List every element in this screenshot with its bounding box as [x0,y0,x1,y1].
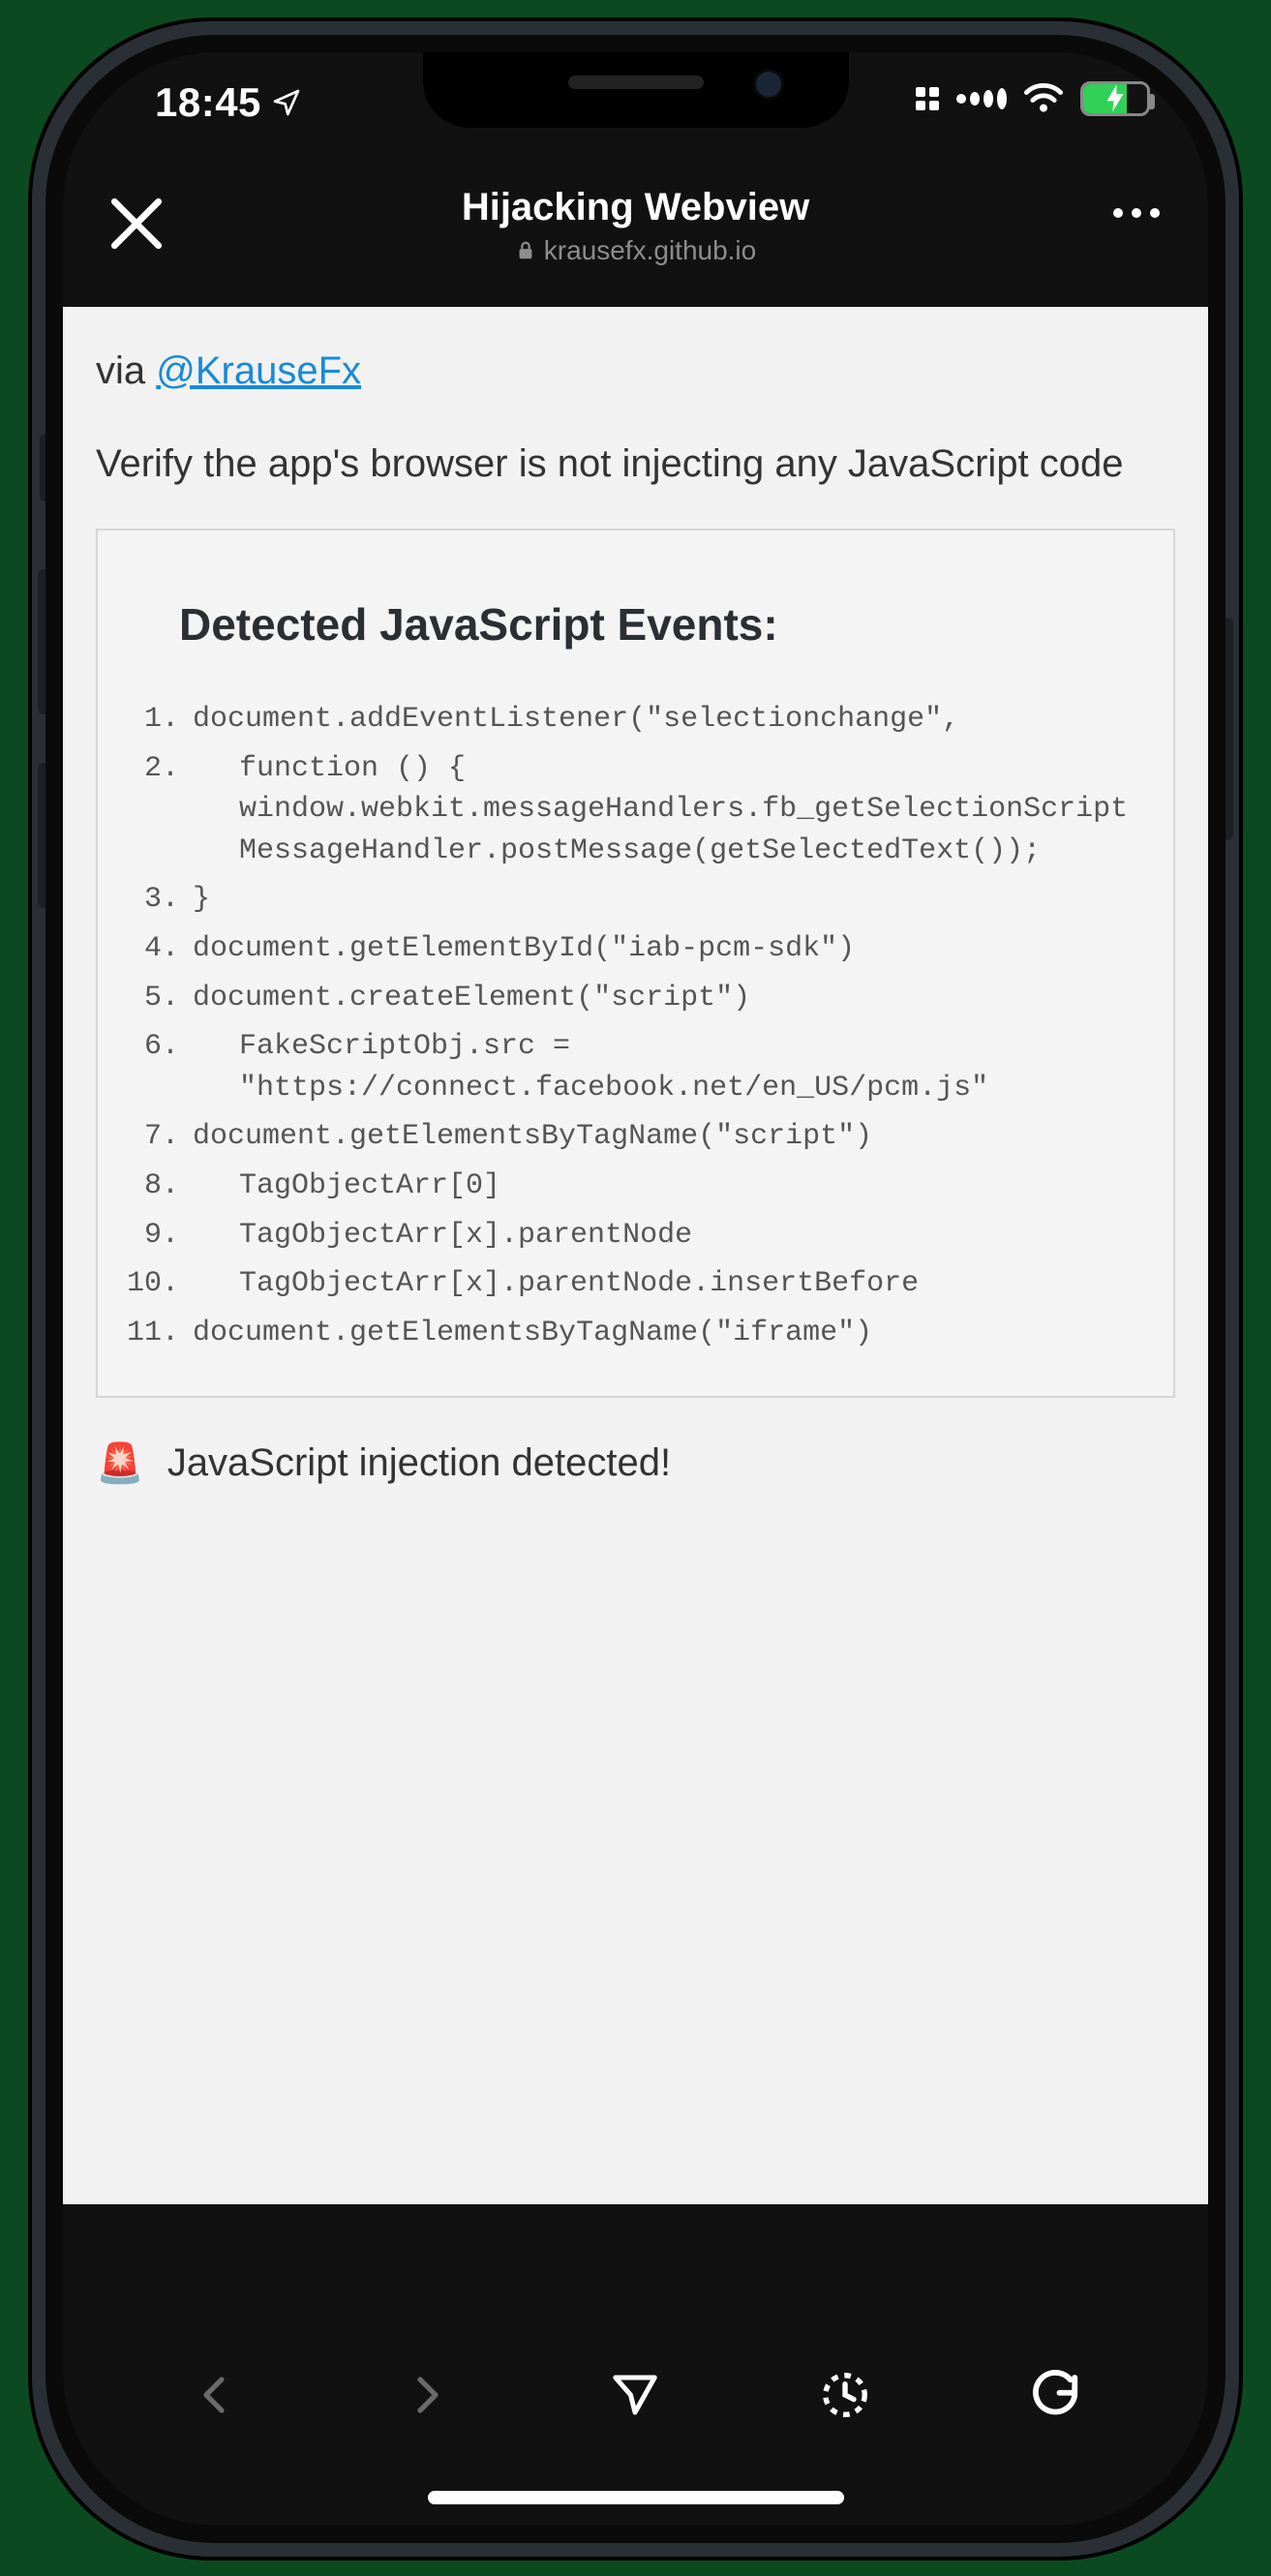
event-line-number: 3. [125,879,193,921]
wifi-icon [1024,83,1063,114]
event-row: 10.TagObjectArr[x].parentNode.insertBefo… [125,1259,1142,1309]
event-code: document.createElement("script") [193,978,1142,1019]
chevron-right-icon [403,2372,449,2418]
event-row: 9.TagObjectArr[x].parentNode [125,1211,1142,1260]
event-line-number: 11. [125,1313,193,1354]
via-prefix: via [96,349,156,392]
event-line-number: 10. [125,1263,193,1305]
more-button[interactable] [1113,208,1160,218]
events-heading: Detected JavaScript Events: [179,598,1142,651]
event-code: } [193,879,1142,921]
history-icon [819,2369,871,2421]
forward-button[interactable] [387,2356,465,2434]
injection-alert: 🚨 JavaScript injection detected! [96,1440,1175,1486]
clock-label: 18:45 [155,79,261,126]
event-line-number: 7. [125,1116,193,1158]
event-row: 8.TagObjectArr[0] [125,1162,1142,1211]
event-line-number: 9. [125,1215,193,1257]
event-row: 7.document.getElementsByTagName("script"… [125,1112,1142,1162]
event-line-number: 6. [125,1026,193,1108]
back-button[interactable] [177,2356,255,2434]
event-code: function () { window.webkit.messageHandl… [193,748,1142,872]
page-domain: krausefx.github.io [515,234,756,267]
event-line-number: 8. [125,1166,193,1207]
alert-text: JavaScript injection detected! [167,1441,671,1485]
event-code: document.getElementsByTagName("iframe") [193,1313,1142,1354]
screen: 18:45 [63,52,1208,2526]
alert-emoji-icon: 🚨 [96,1440,144,1486]
event-code: document.getElementsByTagName("script") [193,1116,1142,1158]
event-row: 1.document.addEventListener("selectionch… [125,695,1142,744]
domain-label: krausefx.github.io [544,234,756,267]
close-icon [104,191,169,257]
event-row: 6.FakeScriptObj.src = "https://connect.f… [125,1022,1142,1112]
send-icon [609,2369,661,2421]
event-row: 5.document.createElement("script") [125,974,1142,1023]
home-indicator[interactable] [428,2491,844,2504]
event-line-number: 1. [125,699,193,741]
webview-toolbar [63,2322,1208,2468]
phone-frame: 18:45 [28,17,1243,2561]
event-code: TagObjectArr[x].parentNode.insertBefore [193,1263,1142,1305]
author-link[interactable]: @KrauseFx [156,349,361,392]
event-code: TagObjectArr[x].parentNode [193,1215,1142,1257]
battery-icon [1080,81,1150,116]
event-row: 4.document.getElementById("iab-pcm-sdk") [125,924,1142,974]
event-row: 11.document.getElementsByTagName("iframe… [125,1309,1142,1358]
history-button[interactable] [806,2356,884,2434]
chevron-left-icon [193,2372,239,2418]
cell-signal-icon [956,88,1007,109]
share-button[interactable] [596,2356,674,2434]
event-code: FakeScriptObj.src = "https://connect.fac… [193,1026,1142,1108]
events-list: 1.document.addEventListener("selectionch… [125,695,1142,1357]
event-code: document.getElementById("iab-pcm-sdk") [193,928,1142,970]
byline: via @KrauseFx [96,349,1175,393]
lock-icon [515,240,536,261]
reload-icon [1029,2369,1081,2421]
webview-header: Hijacking Webview krausefx.github.io [63,144,1208,307]
event-line-number: 2. [125,748,193,872]
webview-content[interactable]: via @KrauseFx Verify the app's browser i… [63,307,1208,2204]
event-line-number: 4. [125,928,193,970]
lead-paragraph: Verify the app's browser is not injectin… [96,438,1175,490]
location-arrow-icon [271,87,302,118]
event-code: TagObjectArr[0] [193,1166,1142,1207]
status-time-area: 18:45 [155,79,302,126]
close-button[interactable] [104,191,169,257]
dual-sim-icon [916,87,939,110]
reload-button[interactable] [1016,2356,1094,2434]
event-row: 2.function () { window.webkit.messageHan… [125,744,1142,876]
event-code: document.addEventListener("selectionchan… [193,699,1142,741]
event-row: 3.} [125,875,1142,924]
events-panel: Detected JavaScript Events: 1.document.a… [96,529,1175,1398]
page-title: Hijacking Webview [462,184,809,230]
notch [423,52,849,128]
event-line-number: 5. [125,978,193,1019]
